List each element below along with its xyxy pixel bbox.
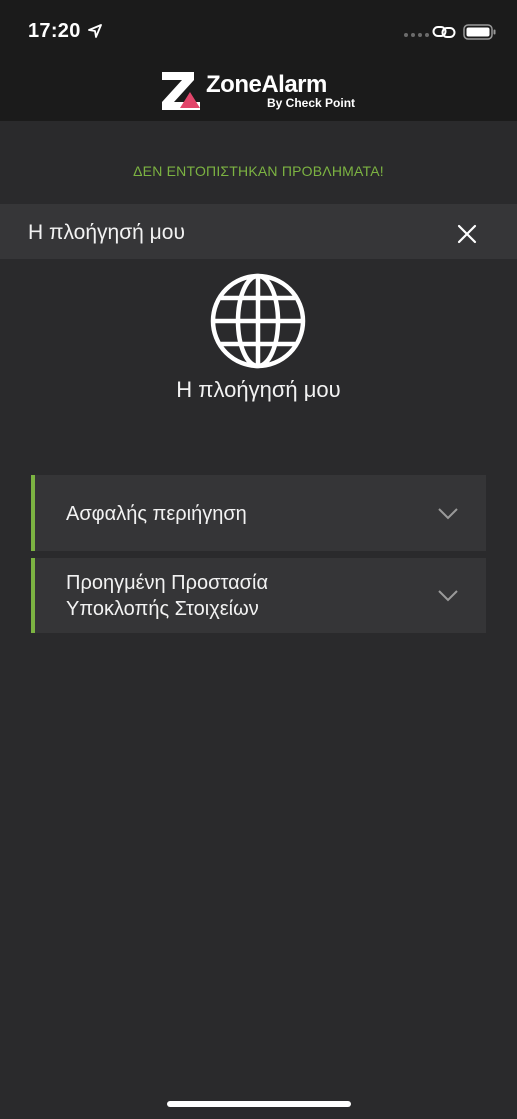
accordion-item-label: Ασφαλής περιήγηση	[66, 503, 247, 525]
close-icon	[457, 224, 477, 244]
section-header: Η πλοήγησή μου	[0, 204, 517, 259]
accordion-item-safe-browsing[interactable]: Ασφαλής περιήγηση	[31, 475, 486, 551]
app-header: ZoneAlarm By Check Point	[0, 58, 517, 121]
close-button[interactable]	[454, 221, 480, 247]
accordion-item-label: Προηγμένη Προστασία Υποκλοπής Στοιχείων	[66, 570, 406, 622]
hero-title: Η πλοήγησή μου	[176, 377, 341, 402]
logo-brand-text: ZoneAlarm	[206, 71, 327, 98]
chevron-down-icon	[438, 589, 458, 602]
status-message-text: ΔΕΝ ΕΝΤΟΠΙΣΤΗΚΑΝ ΠΡΟΒΛΗΜΑΤΑ!	[133, 163, 384, 179]
zonealarm-logo-mark	[162, 72, 200, 110]
signal-dots-icon	[404, 33, 429, 37]
accordion-item-label-line1: Προηγμένη Προστασία	[66, 572, 269, 594]
section-title: Η πλοήγησή μου	[28, 221, 185, 244]
status-message: ΔΕΝ ΕΝΤΟΠΙΣΤΗΚΑΝ ΠΡΟΒΛΗΜΑΤΑ!	[0, 121, 517, 204]
accordion-item-label-line2: Υποκλοπής Στοιχείων	[66, 598, 259, 620]
globe-icon	[209, 272, 307, 370]
home-indicator[interactable]	[167, 1101, 351, 1107]
location-arrow-icon	[88, 24, 102, 43]
battery-icon	[463, 22, 497, 47]
chevron-down-icon	[438, 507, 458, 520]
accordion-item-anti-phishing[interactable]: Προηγμένη Προστασία Υποκλοπής Στοιχείων	[31, 558, 486, 633]
zonealarm-logo: ZoneAlarm By Check Point	[160, 70, 360, 112]
logo-subtitle: By Check Point	[267, 96, 356, 110]
link-icon	[432, 22, 456, 47]
status-time: 17:20	[28, 20, 81, 42]
status-bar: 17:20	[0, 0, 517, 58]
